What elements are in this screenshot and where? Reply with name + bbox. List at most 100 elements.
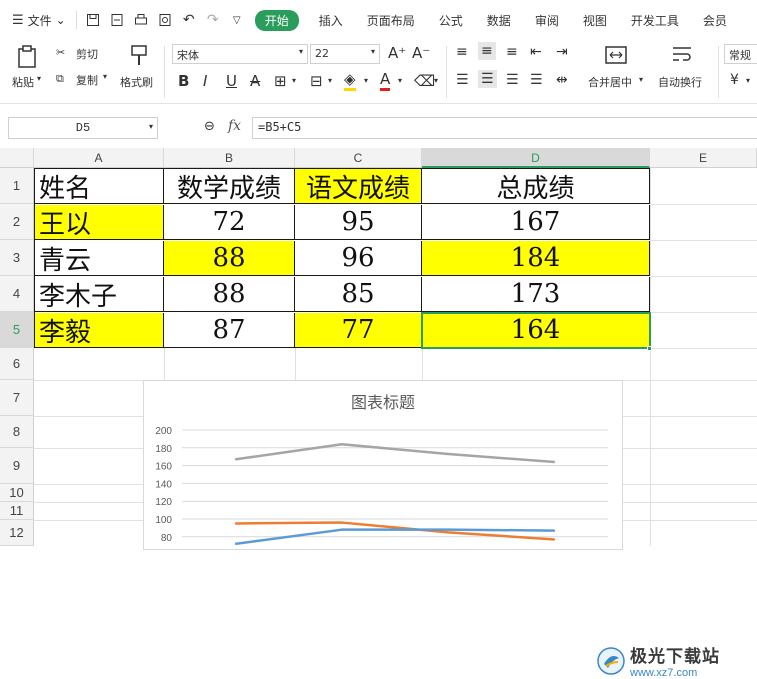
merge-dropdown-icon[interactable]: ▾	[639, 75, 643, 84]
cell-style-dropdown-icon[interactable]: ▾	[328, 76, 332, 85]
row-header-1[interactable]: 1	[0, 168, 34, 204]
cell-d1[interactable]: 总成绩	[422, 169, 650, 204]
row-header-10[interactable]: 10	[0, 484, 34, 502]
bold-icon[interactable]: B	[178, 72, 189, 90]
column-header-c[interactable]: C	[295, 148, 422, 168]
scissors-icon[interactable]: ✂	[56, 46, 65, 59]
cell-a5[interactable]: 李毅	[35, 313, 164, 348]
tab-view[interactable]: 视图	[583, 12, 607, 29]
underline-icon[interactable]: U	[226, 72, 237, 90]
borders-icon[interactable]: ⊞	[274, 72, 287, 90]
currency-symbol[interactable]: ¥	[730, 72, 739, 88]
cut-button[interactable]: 剪切	[76, 46, 98, 62]
tab-formulas[interactable]: 公式	[439, 12, 463, 29]
wrap-text-button[interactable]: 自动换行	[658, 74, 702, 90]
data-point[interactable]	[554, 461, 556, 463]
tab-data[interactable]: 数据	[487, 12, 511, 29]
row-header-5[interactable]: 5	[0, 312, 34, 348]
tab-page-layout[interactable]: 页面布局	[367, 12, 415, 29]
data-point[interactable]	[234, 522, 236, 524]
column-header-b[interactable]: B	[164, 148, 295, 168]
align-bottom-icon[interactable]: ≡	[506, 44, 518, 60]
data-point[interactable]	[341, 529, 343, 531]
menu-icon[interactable]: ☰	[12, 13, 24, 28]
cell-d3[interactable]: 184	[422, 241, 650, 276]
cell-b5[interactable]: 87	[164, 313, 295, 348]
cell-d4[interactable]: 173	[422, 277, 650, 312]
row-header-7[interactable]: 7	[0, 380, 34, 416]
tab-member[interactable]: 会员	[703, 12, 727, 29]
increase-font-icon[interactable]: A⁺	[388, 44, 406, 62]
merge-center-icon[interactable]	[604, 44, 628, 69]
align-right-icon[interactable]: ☰	[506, 72, 519, 88]
series-line-1[interactable]	[235, 442, 555, 464]
paste-label[interactable]: 粘贴	[12, 74, 34, 90]
data-point[interactable]	[234, 543, 236, 545]
merge-center-button[interactable]: 合并居中	[588, 74, 632, 90]
outdent-icon[interactable]: ⇤	[530, 44, 542, 60]
cell-b1[interactable]: 数学成绩	[164, 169, 295, 204]
data-point[interactable]	[234, 458, 236, 460]
data-point[interactable]	[554, 538, 556, 540]
chevron-down-icon[interactable]: ⌄	[56, 13, 66, 27]
print-icon[interactable]	[133, 12, 149, 28]
decrease-font-icon[interactable]: A⁻	[412, 44, 430, 62]
font-color-dropdown-icon[interactable]: ▾	[398, 76, 402, 85]
data-point[interactable]	[447, 531, 449, 533]
row-header-2[interactable]: 2	[0, 204, 34, 240]
line-chart[interactable]: 图表标题 200 180 160 140 120 100 80	[143, 380, 623, 550]
font-name-select[interactable]: 宋体 ▾	[172, 44, 308, 64]
data-point[interactable]	[341, 522, 343, 524]
cell-b3[interactable]: 88	[164, 241, 295, 276]
data-point[interactable]	[341, 443, 343, 445]
file-menu[interactable]: 文件	[28, 12, 52, 29]
column-header-e[interactable]: E	[650, 148, 757, 168]
data-point[interactable]	[447, 453, 449, 455]
distributed-icon[interactable]: ⇹	[556, 72, 568, 88]
justify-icon[interactable]: ☰	[530, 72, 543, 88]
currency-dropdown-icon[interactable]: ▾	[746, 76, 750, 85]
row-header-6[interactable]: 6	[0, 348, 34, 380]
fill-color-dropdown-icon[interactable]: ▾	[364, 76, 368, 85]
cell-d2[interactable]: 167	[422, 205, 650, 240]
export-pdf-icon[interactable]	[109, 12, 125, 28]
fill-handle[interactable]	[647, 346, 652, 351]
format-painter-icon[interactable]	[128, 44, 150, 71]
strikethrough-icon[interactable]: A	[250, 72, 260, 90]
cell-a1[interactable]: 姓名	[35, 169, 164, 204]
copy-button[interactable]: 复制	[76, 72, 98, 88]
eraser-icon[interactable]: ⌫	[414, 72, 435, 90]
number-format-select[interactable]: 常规	[724, 44, 757, 64]
row-header-9[interactable]: 9	[0, 448, 34, 484]
row-header-8[interactable]: 8	[0, 416, 34, 448]
tab-developer[interactable]: 开发工具	[631, 12, 679, 29]
cell-c2[interactable]: 95	[295, 205, 422, 240]
cell-style-icon[interactable]: ⊟	[310, 72, 323, 90]
copy-dropdown-icon[interactable]: ▾	[103, 72, 107, 81]
cell-a4[interactable]: 李木子	[35, 277, 164, 312]
cell-b2[interactable]: 72	[164, 205, 295, 240]
font-color-icon[interactable]: A	[380, 70, 391, 91]
row-header-11[interactable]: 11	[0, 502, 34, 520]
row-header-3[interactable]: 3	[0, 240, 34, 276]
copy-icon[interactable]: ⧉	[56, 72, 64, 86]
align-top-icon[interactable]: ≡	[456, 44, 468, 60]
name-box[interactable]: D5 ▾	[8, 117, 158, 139]
paste-button[interactable]	[14, 44, 40, 73]
tab-insert[interactable]: 插入	[319, 12, 343, 29]
italic-icon[interactable]: I	[203, 72, 207, 90]
cell-b4[interactable]: 88	[164, 277, 295, 312]
paste-dropdown-icon[interactable]: ▾	[37, 74, 41, 83]
column-header-a[interactable]: A	[34, 148, 164, 168]
cell-c5[interactable]: 77	[295, 313, 422, 348]
cell-c4[interactable]: 85	[295, 277, 422, 312]
cell-a3[interactable]: 青云	[35, 241, 164, 276]
eraser-dropdown-icon[interactable]: ▾	[434, 76, 438, 85]
select-all-corner[interactable]	[0, 148, 34, 168]
font-size-select[interactable]: 22 ▾	[310, 44, 380, 64]
tab-review[interactable]: 审阅	[535, 12, 559, 29]
save-icon[interactable]	[85, 12, 101, 28]
align-center-icon[interactable]: ☰	[478, 70, 497, 88]
undo-icon[interactable]: ↶	[181, 12, 197, 28]
align-left-icon[interactable]: ☰	[456, 72, 469, 88]
